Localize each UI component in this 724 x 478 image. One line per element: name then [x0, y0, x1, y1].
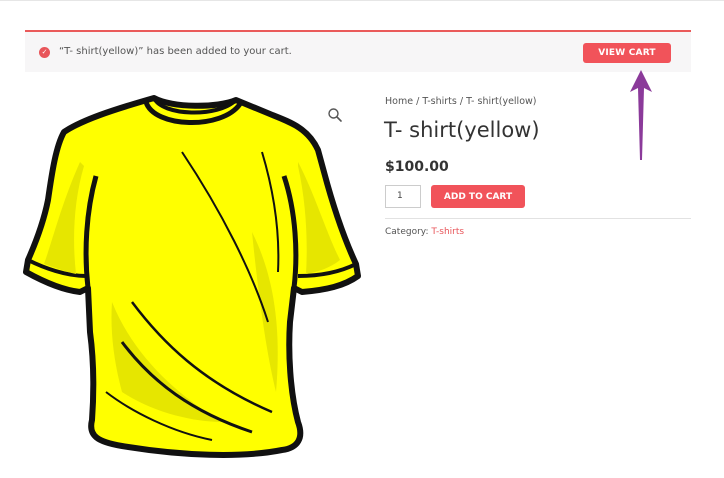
category-link[interactable]: T-shirts	[431, 227, 464, 237]
divider	[385, 218, 691, 219]
up-arrow-icon	[630, 70, 652, 160]
breadcrumb-separator: /	[456, 96, 467, 107]
product-price: $100.00	[385, 159, 449, 175]
breadcrumb-current: T- shirt(yellow)	[466, 96, 537, 107]
category-label: Category:	[385, 227, 432, 237]
view-cart-button[interactable]: VIEW CART	[583, 43, 671, 63]
magnifier-icon[interactable]	[327, 107, 343, 123]
top-border	[0, 0, 724, 1]
quantity-input[interactable]: 1	[385, 185, 421, 208]
notice-message: “T- shirt(yellow)” has been added to you…	[59, 46, 292, 57]
check-circle-icon: ✓	[39, 47, 50, 58]
breadcrumb: Home / T-shirts / T- shirt(yellow)	[385, 96, 536, 107]
breadcrumb-separator: /	[413, 96, 423, 107]
yellow-tshirt-image	[23, 95, 361, 458]
breadcrumb-home[interactable]: Home	[385, 96, 413, 107]
product-category: Category: T-shirts	[385, 227, 464, 237]
add-to-cart-button[interactable]: ADD TO CART	[431, 185, 525, 208]
product-title: T- shirt(yellow)	[384, 118, 540, 142]
cart-notice: ✓ “T- shirt(yellow)” has been added to y…	[25, 30, 691, 72]
breadcrumb-category[interactable]: T-shirts	[422, 96, 457, 107]
